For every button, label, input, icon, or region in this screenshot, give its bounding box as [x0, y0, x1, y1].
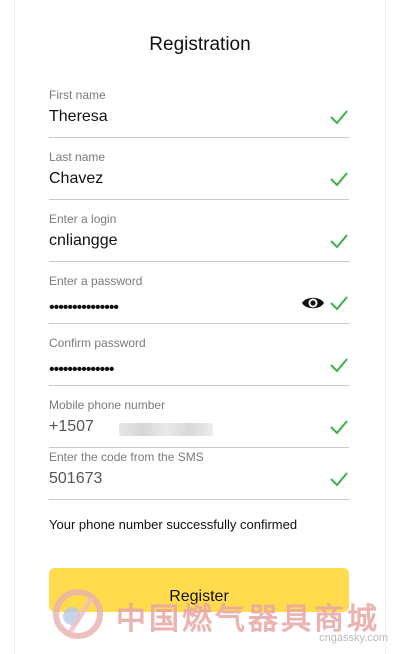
check-icon: [330, 420, 348, 435]
check-icon: [330, 172, 348, 187]
phone-redacted-blur: [119, 423, 213, 436]
confirm-password-input[interactable]: ••••••••••••••: [49, 361, 114, 379]
login-field[interactable]: Enter a login cnliangge: [49, 212, 349, 262]
check-icon: [330, 234, 348, 249]
first-name-label: First name: [49, 88, 106, 102]
sms-code-input[interactable]: 501673: [49, 470, 102, 488]
phone-confirmed-message: Your phone number successfully confirmed: [49, 517, 298, 532]
confirm-password-label: Confirm password: [49, 336, 146, 350]
check-icon: [330, 110, 348, 125]
login-label: Enter a login: [49, 212, 117, 226]
frame-edge-right: [385, 0, 386, 654]
sms-code-label: Enter the code from the SMS: [49, 450, 204, 464]
check-icon: [330, 358, 348, 373]
watermark: 中国燃气器具商城 cngassky.com: [50, 584, 400, 654]
check-icon: [330, 296, 348, 311]
registration-page: Registration First name Theresa Last nam…: [0, 0, 400, 654]
page-title: Registration: [149, 34, 251, 55]
phone-label: Mobile phone number: [49, 398, 166, 412]
watermark-url: cngassky.com: [319, 632, 388, 644]
sms-code-field[interactable]: Enter the code from the SMS 501673: [49, 450, 349, 500]
watermark-logo-icon: [53, 589, 103, 639]
check-icon: [330, 472, 348, 487]
last-name-field[interactable]: Last name Chavez: [49, 150, 349, 200]
password-label: Enter a password: [49, 274, 143, 288]
first-name-field[interactable]: First name Theresa: [49, 88, 349, 138]
password-input[interactable]: •••••••••••••••: [49, 299, 119, 317]
login-input[interactable]: cnliangge: [49, 232, 118, 250]
eye-icon[interactable]: [301, 295, 325, 311]
first-name-input[interactable]: Theresa: [49, 108, 108, 126]
password-field[interactable]: Enter a password •••••••••••••••: [49, 274, 349, 324]
phone-input[interactable]: +1507: [49, 418, 94, 436]
last-name-input[interactable]: Chavez: [49, 170, 103, 188]
confirm-password-field[interactable]: Confirm password ••••••••••••••: [49, 336, 349, 386]
phone-field[interactable]: Mobile phone number +1507: [49, 398, 349, 448]
frame-edge-left: [14, 0, 15, 654]
last-name-label: Last name: [49, 150, 106, 164]
